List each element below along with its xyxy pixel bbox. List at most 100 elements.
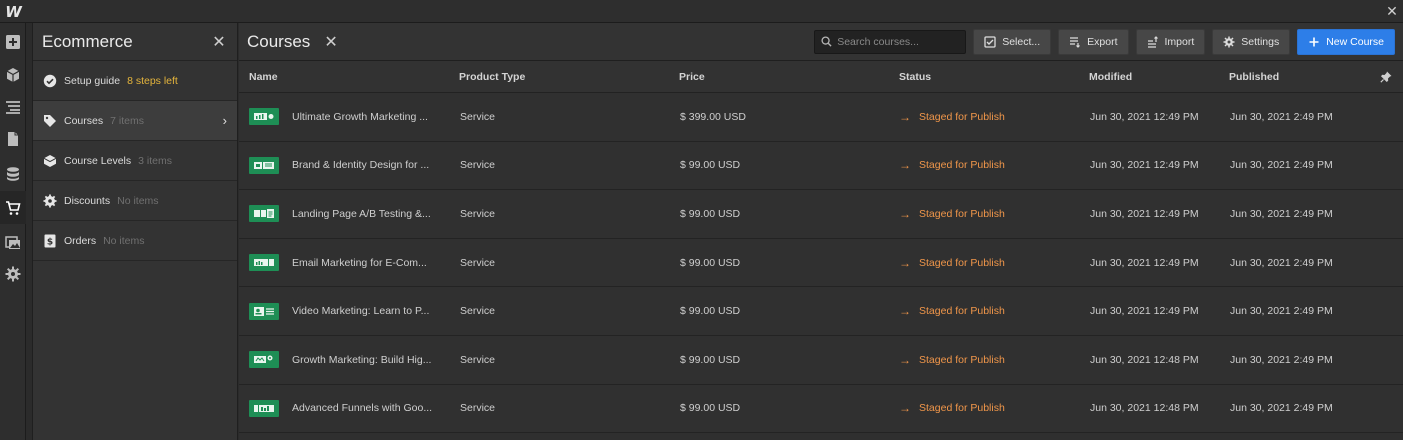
column-header-product-type[interactable]: Product Type bbox=[459, 71, 679, 83]
table-row[interactable]: Ultimate Growth Marketing ... Service $ … bbox=[239, 93, 1403, 142]
modified-cell: Jun 30, 2021 12:48 PM bbox=[1090, 353, 1199, 366]
product-type-cell: Service bbox=[460, 305, 496, 318]
pages-icon[interactable] bbox=[0, 122, 26, 155]
column-header-status[interactable]: Status bbox=[899, 71, 1089, 83]
import-label: Import bbox=[1164, 35, 1195, 48]
price-cell: $ 99.00 USD bbox=[680, 305, 741, 318]
published-cell: Jun 30, 2021 2:49 PM bbox=[1230, 305, 1333, 318]
column-header-name[interactable]: Name bbox=[239, 71, 459, 83]
ecommerce-cart-icon[interactable] bbox=[0, 191, 26, 224]
table-row[interactable]: Advanced Funnels with Goo... Service $ 9… bbox=[239, 384, 1403, 434]
status-label: Staged for Publish bbox=[919, 159, 1005, 172]
arrow-right-icon: → bbox=[899, 304, 911, 319]
search-field[interactable] bbox=[814, 29, 967, 54]
nav-item-orders[interactable]: $ Orders No items bbox=[33, 221, 237, 261]
panel-header: Ecommerce ✕ bbox=[33, 23, 237, 61]
navigator-icon[interactable] bbox=[0, 90, 26, 123]
course-name: Email Marketing for E-Com... bbox=[292, 256, 427, 269]
nav-item-label: Discounts bbox=[64, 194, 111, 207]
export-button[interactable]: Export bbox=[1058, 28, 1129, 55]
column-header-modified[interactable]: Modified bbox=[1089, 71, 1229, 83]
course-name: Landing Page A/B Testing &... bbox=[292, 207, 431, 220]
dollar-icon: $ bbox=[43, 234, 57, 248]
chevron-right-icon: › bbox=[222, 113, 227, 128]
svg-text:$: $ bbox=[47, 237, 53, 247]
assets-icon[interactable] bbox=[0, 225, 26, 258]
published-cell: Jun 30, 2021 2:49 PM bbox=[1230, 353, 1333, 366]
search-input[interactable] bbox=[837, 35, 958, 48]
course-name: Ultimate Growth Marketing ... bbox=[292, 110, 428, 123]
select-button[interactable]: Select... bbox=[973, 28, 1052, 55]
table-row[interactable]: Email Marketing for E-Com... Service $ 9… bbox=[239, 238, 1403, 288]
modified-cell: Jun 30, 2021 12:49 PM bbox=[1090, 305, 1199, 318]
status-label: Staged for Publish bbox=[919, 402, 1005, 415]
page-title: Courses bbox=[247, 31, 311, 51]
product-type-cell: Service bbox=[460, 207, 496, 220]
arrow-right-icon: → bbox=[899, 206, 911, 221]
settings-label: Settings bbox=[1241, 35, 1280, 48]
course-thumbnail bbox=[249, 205, 279, 223]
nav-item-label: Course Levels bbox=[64, 154, 132, 167]
close-icon[interactable]: ✕ bbox=[210, 32, 228, 52]
export-label: Export bbox=[1087, 35, 1118, 48]
product-type-cell: Service bbox=[460, 159, 496, 172]
table-header: Name Product Type Price Status Modified … bbox=[239, 61, 1403, 93]
status-label: Staged for Publish bbox=[919, 256, 1005, 269]
check-circle-icon bbox=[43, 74, 57, 88]
column-header-price[interactable]: Price bbox=[679, 71, 899, 83]
status-cell: → Staged for Publish bbox=[899, 158, 1089, 172]
close-icon[interactable]: ✕ bbox=[324, 32, 337, 52]
gear-icon bbox=[1223, 36, 1235, 47]
modified-cell: Jun 30, 2021 12:48 PM bbox=[1090, 402, 1199, 415]
status-cell: → Staged for Publish bbox=[899, 110, 1089, 124]
nav-item-label: Setup guide bbox=[64, 74, 121, 87]
course-thumbnail bbox=[249, 399, 279, 417]
pin-icon[interactable] bbox=[1369, 71, 1403, 83]
new-course-button[interactable]: New Course bbox=[1297, 28, 1395, 55]
settings-button[interactable]: Settings bbox=[1212, 28, 1291, 55]
published-cell: Jun 30, 2021 2:49 PM bbox=[1230, 159, 1333, 172]
import-button[interactable]: Import bbox=[1135, 28, 1206, 55]
product-type-cell: Service bbox=[460, 402, 496, 415]
published-cell: Jun 30, 2021 2:49 PM bbox=[1230, 110, 1333, 123]
toolbar: Select... Export Import Settings New Cou… bbox=[814, 28, 1395, 55]
course-thumbnail bbox=[249, 108, 279, 126]
select-label: Select... bbox=[1002, 35, 1041, 48]
ecommerce-panel: Ecommerce ✕ Setup guide 8 steps left Cou… bbox=[32, 23, 238, 440]
course-name: Growth Marketing: Build Hig... bbox=[292, 353, 432, 366]
nav-item-setup-guide[interactable]: Setup guide 8 steps left bbox=[33, 61, 237, 101]
add-panel-icon[interactable] bbox=[0, 25, 26, 58]
tag-icon bbox=[43, 114, 57, 128]
layers-icon bbox=[43, 154, 57, 168]
status-cell: → Staged for Publish bbox=[899, 207, 1089, 221]
nav-item-courses[interactable]: Courses 7 items › bbox=[33, 101, 237, 141]
webflow-logo[interactable]: W bbox=[0, 0, 27, 23]
status-label: Staged for Publish bbox=[919, 305, 1005, 318]
table-row[interactable]: Video Marketing: Learn to P... Service $… bbox=[239, 287, 1403, 336]
course-name: Advanced Funnels with Goo... bbox=[292, 402, 433, 415]
status-cell: → Staged for Publish bbox=[899, 304, 1089, 318]
close-icon[interactable]: ✕ bbox=[1381, 0, 1403, 23]
item-count: No items bbox=[117, 194, 159, 207]
panel-title: Ecommerce bbox=[42, 31, 133, 51]
new-course-label: New Course bbox=[1326, 35, 1384, 48]
components-icon[interactable] bbox=[0, 58, 26, 91]
plus-icon bbox=[1309, 37, 1319, 46]
table-row[interactable]: Brand & Identity Design for ... Service … bbox=[239, 141, 1403, 191]
item-count: 3 items bbox=[138, 154, 172, 167]
settings-gear-icon[interactable] bbox=[0, 257, 26, 290]
courses-collection: Courses ✕ Select... Export Import Settin… bbox=[239, 23, 1403, 440]
product-type-cell: Service bbox=[460, 110, 496, 123]
table-row[interactable]: Landing Page A/B Testing &... Service $ … bbox=[239, 190, 1403, 239]
course-name: Video Marketing: Learn to P... bbox=[292, 305, 430, 318]
course-thumbnail bbox=[249, 254, 279, 272]
status-label: Staged for Publish bbox=[919, 207, 1005, 220]
table-row[interactable]: Growth Marketing: Build Hig... Service $… bbox=[239, 335, 1403, 385]
arrow-right-icon: → bbox=[899, 109, 911, 124]
cms-database-icon[interactable] bbox=[0, 157, 26, 190]
modified-cell: Jun 30, 2021 12:49 PM bbox=[1090, 207, 1199, 220]
published-cell: Jun 30, 2021 2:49 PM bbox=[1230, 402, 1333, 415]
column-header-published[interactable]: Published bbox=[1229, 71, 1369, 83]
nav-item-discounts[interactable]: Discounts No items bbox=[33, 181, 237, 221]
nav-item-course-levels[interactable]: Course Levels 3 items bbox=[33, 141, 237, 181]
